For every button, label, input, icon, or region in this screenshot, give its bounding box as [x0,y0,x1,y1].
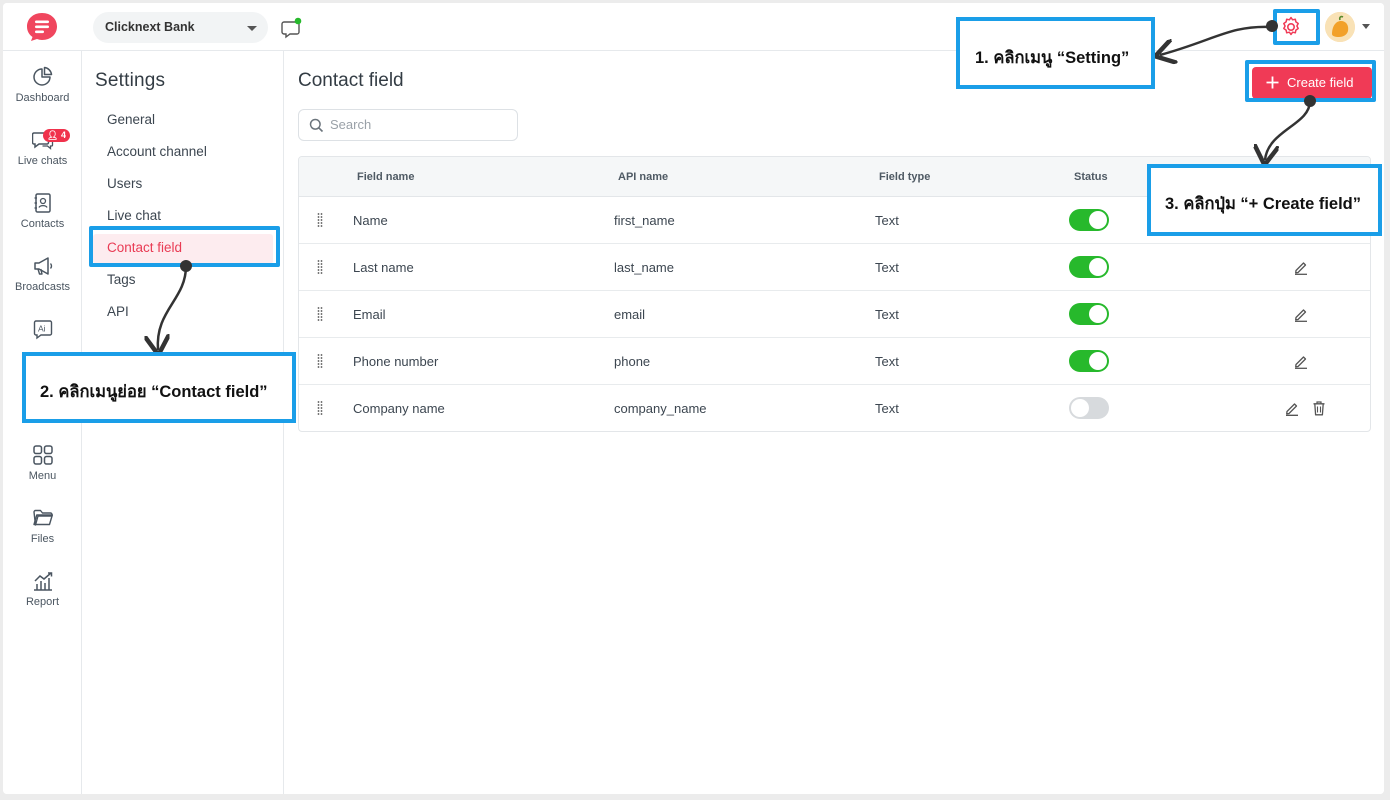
ai-icon: Ai [33,320,52,340]
col-field-type: Field type [879,171,931,183]
drag-handle-icon[interactable] [317,307,323,321]
col-api-name: API name [618,171,669,183]
live-chats-count: 4 [60,130,66,140]
table-row: Last name last_name Text [299,244,1370,291]
avatar-image-icon [1325,12,1355,42]
field-type-cell: Text [875,307,899,322]
settings-item-users[interactable]: Users [93,170,273,200]
megaphone-icon [33,257,52,275]
settings-title: Settings [95,70,166,91]
callout-step-1: 1. คลิกเมนู “Setting” [956,17,1155,89]
rail-label: Report [25,596,60,608]
api-name-cell: email [614,307,646,322]
rail-item-contacts[interactable]: Contacts [3,192,82,230]
table-row: Company name company_name Text [299,385,1370,431]
field-type-cell: Text [875,260,899,275]
field-name-cell: Phone number [353,354,439,369]
rail-item-report[interactable]: Report [3,570,82,608]
api-name-cell: phone [614,354,651,369]
workspace-name: Clicknext Bank [105,20,195,34]
workspace-selector[interactable]: Clicknext Bank [93,12,268,43]
avatar-chevron-down-icon[interactable] [1362,24,1370,29]
settings-item-api[interactable]: API [93,298,273,328]
user-avatar[interactable] [1325,12,1355,42]
search-icon [309,118,324,133]
page-title: Contact field [298,70,404,91]
rail-label: Dashboard [15,92,70,104]
edit-icon[interactable] [1293,259,1309,275]
edit-icon[interactable] [1293,353,1309,369]
status-toggle[interactable] [1069,350,1109,372]
status-toggle[interactable] [1069,397,1109,419]
callout-step-3: 3. คลิกปุ่ม “+ Create field” [1147,164,1382,236]
folder-icon [32,509,53,526]
chat-status-icon[interactable] [281,17,303,39]
api-name-cell: company_name [614,401,707,416]
field-type-cell: Text [875,354,899,369]
rail-item-menu[interactable]: Menu [3,444,82,482]
search-box[interactable] [298,109,518,141]
settings-item-account-channel[interactable]: Account channel [93,138,273,168]
grid-icon [32,445,53,465]
highlight-create-field [1245,60,1376,102]
field-type-cell: Text [875,213,899,228]
api-name-cell: last_name [614,260,674,275]
contacts-icon [34,193,51,213]
field-name-cell: Last name [353,260,414,275]
toggle-knob [1071,399,1089,417]
status-toggle[interactable] [1069,303,1109,325]
live-chats-badge: 👤︎ 4 [43,129,70,142]
pie-chart-icon [32,66,52,86]
rail-item-dashboard[interactable]: Dashboard [3,66,82,104]
status-toggle[interactable] [1069,256,1109,278]
rail-item-live-chats[interactable]: 👤︎ 4 Live chats [3,129,82,167]
toggle-knob [1089,352,1107,370]
drag-handle-icon[interactable] [317,354,323,368]
field-name-cell: Email [353,307,386,322]
rail-label: Files [30,533,55,545]
rail-label: Menu [28,470,57,482]
top-bar: Clicknext Bank [3,3,1384,51]
highlight-settings-gear [1273,9,1320,45]
chevron-down-icon [247,26,257,31]
field-name-cell: Name [353,213,388,228]
report-icon [33,572,52,591]
rail-item-broadcasts[interactable]: Broadcasts [3,255,82,293]
settings-item-general[interactable]: General [93,106,273,136]
drag-handle-icon[interactable] [317,401,323,415]
main-content: Contact field Create field Field name AP… [285,51,1384,794]
col-status: Status [1074,171,1108,183]
field-name-cell: Company name [353,401,445,416]
settings-item-tags[interactable]: Tags [93,266,273,296]
edit-icon[interactable] [1284,400,1300,416]
api-name-cell: first_name [614,213,675,228]
toggle-knob [1089,211,1107,229]
rail-label: Live chats [17,155,68,167]
trash-icon[interactable] [1311,400,1327,416]
rail-label: Contacts [20,218,65,230]
rail-label: Broadcasts [14,281,71,293]
table-row: Phone number phone Text [299,338,1370,385]
drag-handle-icon[interactable] [317,260,323,274]
svg-text:Ai: Ai [38,324,46,334]
search-input[interactable] [330,117,510,132]
rail-item-ai[interactable]: Ai [3,318,82,344]
table-row: Email email Text [299,291,1370,338]
status-toggle[interactable] [1069,209,1109,231]
edit-icon[interactable] [1293,306,1309,322]
field-type-cell: Text [875,401,899,416]
toggle-knob [1089,305,1107,323]
rail-item-files[interactable]: Files [3,507,82,545]
app-logo-icon[interactable] [26,12,58,42]
highlight-contact-field [89,226,280,267]
drag-handle-icon[interactable] [317,213,323,227]
callout-step-2: 2. คลิกเมนูย่อย “Contact field” [22,352,296,423]
col-field-name: Field name [357,171,415,183]
toggle-knob [1089,258,1107,276]
